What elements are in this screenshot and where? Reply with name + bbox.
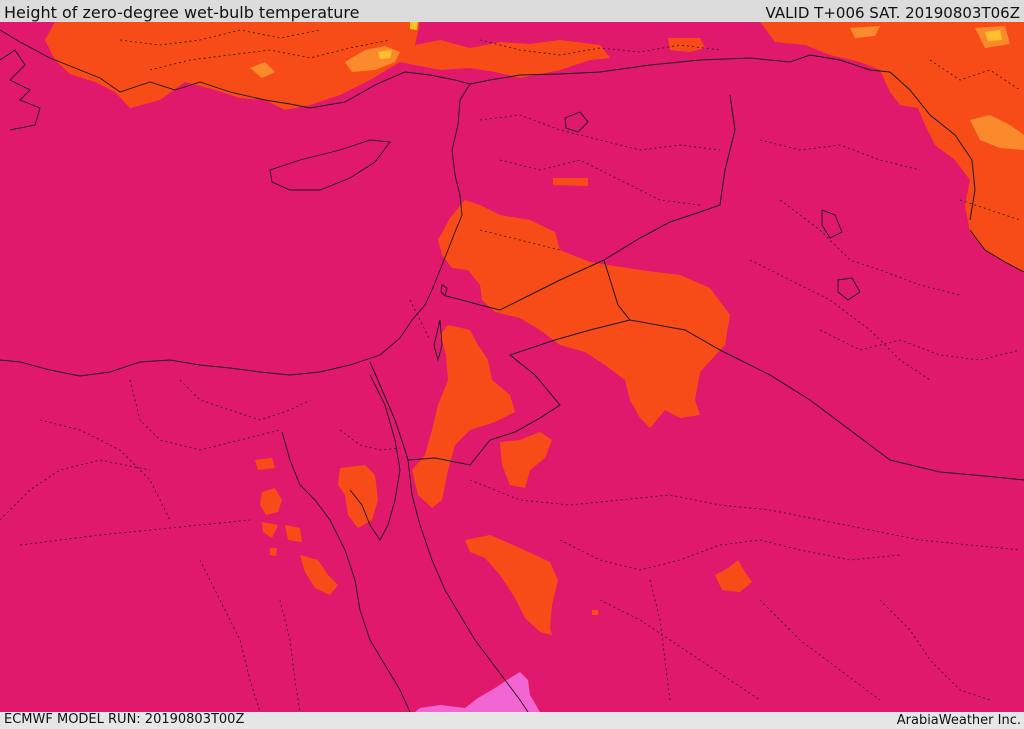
contour-orange-syria-small — [553, 178, 588, 186]
map-canvas — [0, 22, 1024, 712]
footer-bar: ECMWF MODEL RUN: 20190803T00Z ArabiaWeat… — [0, 712, 1024, 729]
contour-orange-egypt-1 — [255, 458, 275, 470]
contour-orange-egypt-6 — [270, 548, 277, 556]
model-run-label: ECMWF MODEL RUN: 20190803T00Z — [4, 712, 245, 727]
map-title: Height of zero-degree wet-bulb temperatu… — [4, 3, 360, 22]
contour-orange-saudi-dot2 — [592, 610, 598, 615]
header-bar: Height of zero-degree wet-bulb temperatu… — [0, 0, 1024, 22]
weather-map[interactable] — [0, 22, 1024, 712]
contour-yellow-3 — [410, 22, 418, 30]
map-background — [0, 22, 1024, 712]
valid-time: VALID T+006 SAT. 20190803T06Z — [765, 4, 1020, 22]
credit-label: ArabiaWeather Inc. — [896, 713, 1021, 728]
